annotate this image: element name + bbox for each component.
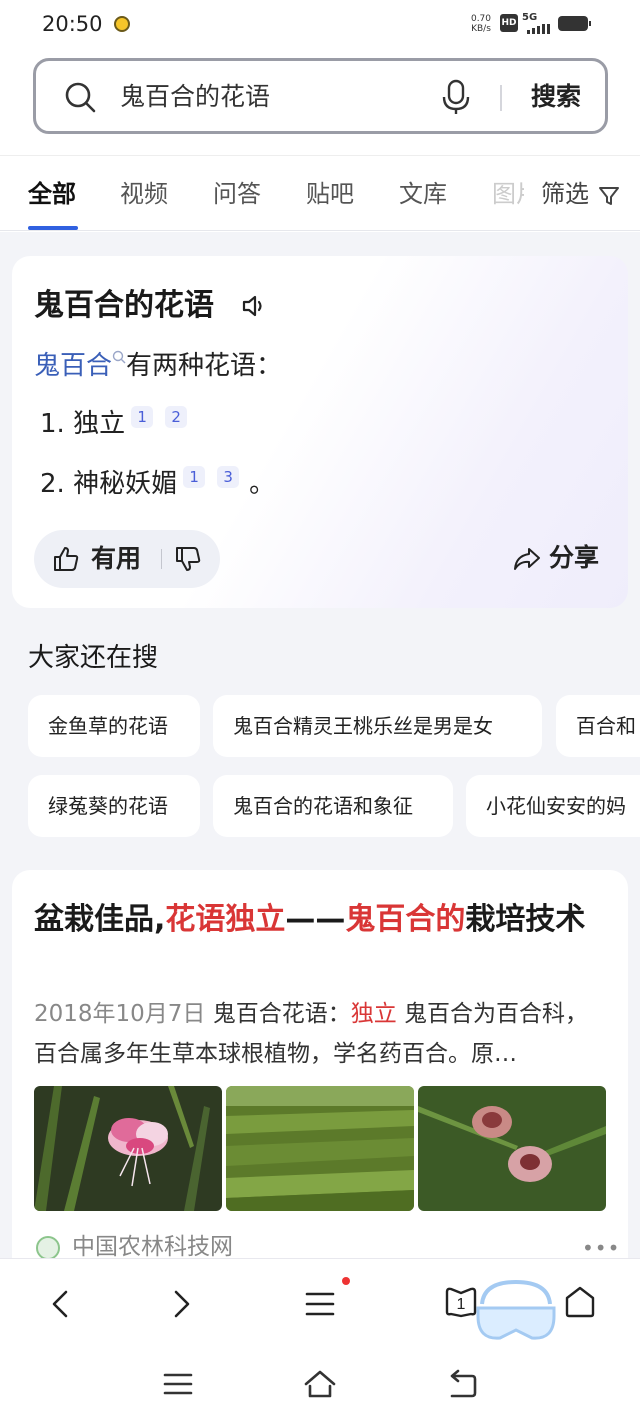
reference-badge[interactable]: 1 xyxy=(183,466,206,489)
reference-badge[interactable]: 1 xyxy=(131,406,154,429)
tab-tieba[interactable]: 贴吧 xyxy=(306,178,354,210)
source-logo xyxy=(36,1236,60,1260)
hd-badge: HD xyxy=(500,14,518,32)
search-icon xyxy=(65,82,96,113)
floating-glasses-icon[interactable] xyxy=(474,1278,558,1344)
battery-icon xyxy=(558,16,591,31)
share-button[interactable]: 分享 xyxy=(549,540,599,576)
answer-intro: 鬼百合 有两种花语： xyxy=(34,348,282,384)
tab-video[interactable]: 视频 xyxy=(120,178,168,210)
feedback-pill: 有用 xyxy=(34,530,220,588)
related-chip[interactable]: 鬼百合的花语和象征 xyxy=(213,775,453,837)
result-date: 2018年10月7日 xyxy=(34,1001,206,1027)
answer-card: 鬼百合的花语 鬼百合 有两种花语： 1. 独立 1 2 2. 神秘妖媚 1 3。 有用 分… xyxy=(12,256,628,608)
item-number: 1. xyxy=(40,409,65,439)
net-speed: 0.70 KB/s xyxy=(466,14,496,34)
signal-icon xyxy=(527,24,553,34)
forward-icon[interactable] xyxy=(162,1286,198,1322)
divider xyxy=(0,155,640,156)
item-number: 2. xyxy=(40,469,65,499)
related-chip[interactable]: 百合和 xyxy=(556,695,640,757)
search-box[interactable]: 鬼百合的花语 搜索 xyxy=(33,58,608,134)
related-chip[interactable]: 绿菟葵的花语 xyxy=(28,775,200,837)
title-highlight: 鬼百合的 xyxy=(345,902,466,937)
answer-entity-link[interactable]: 鬼百合 xyxy=(34,351,112,381)
system-menu-icon[interactable] xyxy=(160,1366,196,1402)
related-searches-title: 大家还在搜 xyxy=(28,643,159,673)
filter-icon[interactable] xyxy=(597,184,621,208)
home-icon[interactable] xyxy=(562,1284,598,1320)
result-image-field[interactable] xyxy=(226,1086,414,1211)
system-back-icon[interactable] xyxy=(444,1366,480,1402)
answer-intro-text: 有两种花语： xyxy=(126,351,283,381)
related-chip[interactable]: 金鱼草的花语 xyxy=(28,695,200,757)
related-chip[interactable]: 鬼百合精灵王桃乐丝是男是女 xyxy=(213,695,542,757)
item-text: 神秘妖媚 xyxy=(73,469,178,499)
divider xyxy=(161,549,162,569)
search-icon[interactable] xyxy=(112,350,126,364)
system-home-icon[interactable] xyxy=(302,1366,338,1402)
result-title[interactable]: 盆栽佳品,花语独立——鬼百合的栽培技术 xyxy=(34,898,604,942)
share-icon[interactable] xyxy=(512,544,542,574)
result-image-flowers[interactable] xyxy=(418,1086,606,1211)
status-time: 20:50 xyxy=(42,12,103,36)
answer-item: 2. 神秘妖媚 1 3 。 xyxy=(40,466,275,502)
item-suffix: 。 xyxy=(249,469,276,499)
title-text: 盆栽佳品, xyxy=(34,902,166,937)
result-snippet: 2018年10月7日 鬼百合花语：独立 鬼百合为百合科，百合属多年生草本球根植物… xyxy=(34,994,606,1074)
title-text: —— xyxy=(285,902,346,937)
notification-dot xyxy=(342,1277,350,1285)
tab-wenku[interactable]: 文库 xyxy=(399,178,447,210)
net-speed-value: 0.70 xyxy=(470,14,492,24)
search-input[interactable]: 鬼百合的花语 xyxy=(120,81,410,113)
reference-badge[interactable]: 2 xyxy=(165,406,188,429)
title-highlight: 花语独立 xyxy=(165,902,286,937)
back-icon[interactable] xyxy=(44,1286,80,1322)
speaker-icon[interactable] xyxy=(240,292,268,320)
answer-title: 鬼百合的花语 xyxy=(34,288,214,323)
useful-button[interactable]: 有用 xyxy=(91,541,141,577)
more-options-icon[interactable]: ••• xyxy=(582,1236,620,1260)
search-result-card[interactable]: 盆栽佳品,花语独立——鬼百合的栽培技术 2018年10月7日 鬼百合花语：独立 … xyxy=(12,870,628,1290)
net-speed-unit: KB/s xyxy=(471,24,491,34)
search-divider xyxy=(500,85,502,111)
snippet-text: 鬼百合花语： xyxy=(212,1001,351,1027)
item-text: 独立 xyxy=(73,409,126,439)
answer-item: 1. 独立 1 2 xyxy=(40,406,188,442)
search-button[interactable]: 搜索 xyxy=(531,79,581,115)
tab-qa[interactable]: 问答 xyxy=(213,178,261,210)
menu-icon[interactable] xyxy=(302,1286,338,1322)
network-type: 5G xyxy=(522,12,538,23)
title-text: 栽培技术 xyxy=(465,902,586,937)
result-image-lily[interactable] xyxy=(34,1086,222,1211)
related-chip[interactable]: 小花仙安安的妈 xyxy=(466,775,640,837)
tab-images[interactable]: 图片 xyxy=(492,178,524,210)
snippet-highlight: 独立 xyxy=(350,1001,397,1027)
svg-text:1: 1 xyxy=(457,1296,466,1313)
mic-icon[interactable] xyxy=(440,79,472,115)
tab-all[interactable]: 全部 xyxy=(28,178,76,210)
thumb-up-icon[interactable] xyxy=(52,545,80,573)
notification-icon xyxy=(114,16,130,32)
reference-badge[interactable]: 3 xyxy=(217,466,240,489)
filter-button[interactable]: 筛选 xyxy=(541,178,589,210)
divider xyxy=(0,230,640,231)
thumb-down-icon[interactable] xyxy=(174,545,202,573)
status-bar: 20:50 0.70 KB/s HD 5G xyxy=(0,0,640,52)
